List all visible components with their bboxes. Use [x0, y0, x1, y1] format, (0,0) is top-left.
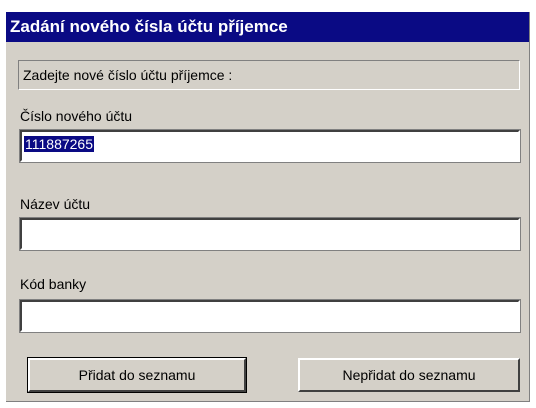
bank-code-field[interactable] — [19, 299, 521, 333]
prompt-text: Zadejte nové číslo účtu příjemce : — [18, 60, 520, 90]
account-number-value: 111887265 — [24, 136, 94, 152]
dialog-window: Zadání nového čísla účtu příjemce Zadejt… — [6, 12, 530, 402]
dialog-title: Zadání nového čísla účtu příjemce — [6, 12, 529, 42]
bank-code-label: Kód banky — [20, 276, 87, 292]
account-number-label: Číslo nového účtu — [20, 108, 133, 124]
dont-add-to-list-button[interactable]: Nepřidat do seznamu — [298, 358, 520, 392]
account-name-field[interactable] — [19, 217, 521, 251]
account-number-field[interactable]: 111887265 — [19, 129, 521, 163]
add-to-list-button[interactable]: Přidat do seznamu — [27, 357, 247, 393]
account-name-label: Název účtu — [20, 196, 91, 212]
